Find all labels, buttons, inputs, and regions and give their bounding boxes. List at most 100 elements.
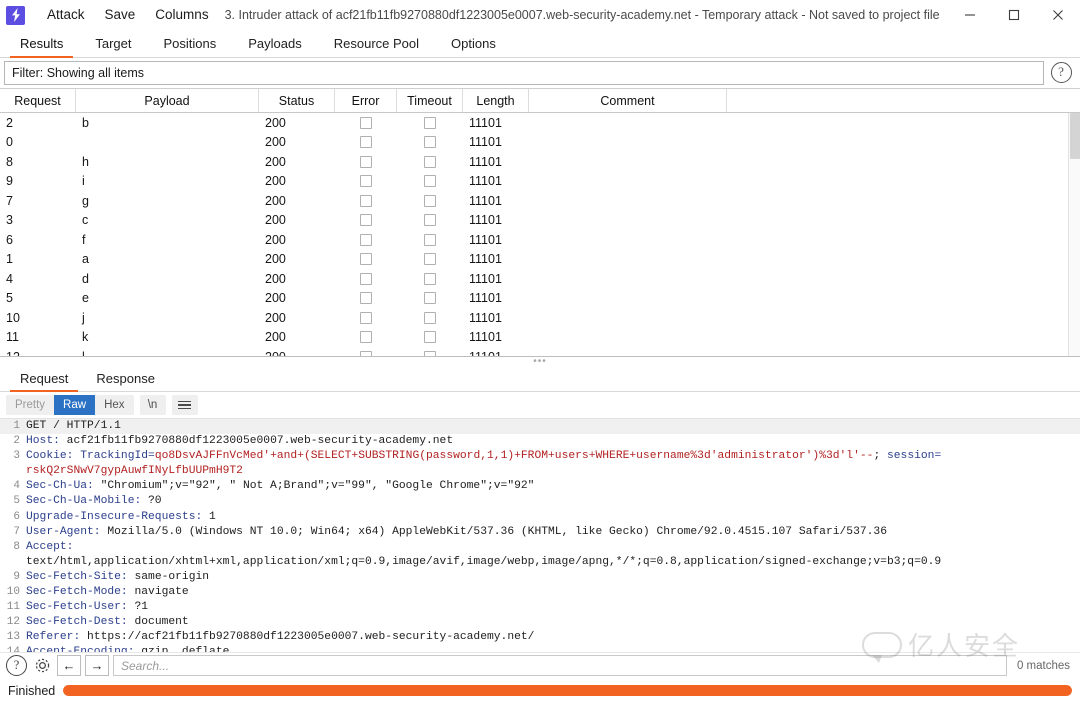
table-row[interactable]: 10 j 200 11101 <box>0 308 1080 328</box>
scrollbar-thumb[interactable] <box>1070 113 1080 159</box>
error-checkbox[interactable] <box>359 331 372 344</box>
cell-length: 11101 <box>469 154 502 169</box>
request-line-text: Sec-Fetch-Site: same-origin <box>26 570 210 583</box>
tab-request[interactable]: Request <box>6 365 82 392</box>
tab-resource-pool[interactable]: Resource Pool <box>318 30 435 57</box>
request-line: 6 Upgrade-Insecure-Requests: 1 <box>0 510 1080 525</box>
error-checkbox[interactable] <box>359 272 372 285</box>
cell-comment <box>529 133 727 153</box>
tab-response[interactable]: Response <box>82 365 169 391</box>
error-checkbox[interactable] <box>359 136 372 149</box>
request-line-text: Host: acf21fb11fb9270880df1223005e0007.w… <box>26 435 454 448</box>
request-editor[interactable]: 1 GET / HTTP/1.1 2 Host: acf21fb11fb9270880… <box>0 418 1080 652</box>
request-line-text: rskQ2rSNwV7gypAuwfINyLfbUUPmH9T2 <box>26 465 243 478</box>
filter-bar[interactable]: Filter: Showing all items <box>4 60 1044 85</box>
timeout-checkbox[interactable] <box>423 214 436 227</box>
tab-results[interactable]: Results <box>4 30 79 58</box>
cell-timeout <box>397 250 463 270</box>
search-input[interactable]: Search... <box>113 655 1007 676</box>
request-line: 8 Accept: <box>0 540 1080 555</box>
table-row[interactable]: 1 a 200 11101 <box>0 250 1080 270</box>
table-row[interactable]: 4 d 200 11101 <box>0 269 1080 289</box>
column-header-comment[interactable]: Comment <box>529 89 727 112</box>
menu-save[interactable]: Save <box>95 0 146 30</box>
error-checkbox[interactable] <box>359 194 372 207</box>
status-bar: Finished <box>0 678 1080 703</box>
cell-payload: h <box>82 154 89 169</box>
column-header-status[interactable]: Status <box>259 89 335 112</box>
maximize-icon[interactable] <box>992 0 1036 30</box>
error-checkbox[interactable] <box>359 311 372 324</box>
timeout-checkbox[interactable] <box>423 253 436 266</box>
cell-status: 200 <box>265 232 286 247</box>
request-line: 9 Sec-Fetch-Site: same-origin <box>0 570 1080 585</box>
column-header-error[interactable]: Error <box>335 89 397 112</box>
line-number: 2 <box>13 435 20 448</box>
gear-icon[interactable] <box>31 655 53 677</box>
column-header-request[interactable]: Request <box>0 89 76 112</box>
tab-target[interactable]: Target <box>79 30 147 57</box>
table-row[interactable]: 0 200 11101 <box>0 133 1080 153</box>
error-checkbox[interactable] <box>359 292 372 305</box>
tab-positions[interactable]: Positions <box>148 30 233 57</box>
request-line-text: User-Agent: Mozilla/5.0 (Windows NT 10.0… <box>26 525 887 538</box>
timeout-checkbox[interactable] <box>423 194 436 207</box>
table-row[interactable]: 11 k 200 11101 <box>0 328 1080 348</box>
minimize-icon[interactable] <box>948 0 992 30</box>
line-number: 3 <box>13 450 20 463</box>
column-header-length[interactable]: Length <box>463 89 529 112</box>
cell-timeout <box>397 113 463 133</box>
view-mode-hex[interactable]: Hex <box>95 395 134 415</box>
table-row[interactable]: 7 g 200 11101 <box>0 191 1080 211</box>
timeout-checkbox[interactable] <box>423 272 436 285</box>
menu-attack[interactable]: Attack <box>37 0 95 30</box>
hamburger-icon[interactable] <box>171 395 198 415</box>
title-bar: Attack Save Columns 3. Intruder attack o… <box>0 0 1080 30</box>
error-checkbox[interactable] <box>359 155 372 168</box>
column-header-timeout[interactable]: Timeout <box>397 89 463 112</box>
view-mode-raw[interactable]: Raw <box>54 395 96 415</box>
table-row[interactable]: 9 i 200 11101 <box>0 172 1080 192</box>
table-row[interactable]: 8 h 200 11101 <box>0 152 1080 172</box>
timeout-checkbox[interactable] <box>423 311 436 324</box>
timeout-checkbox[interactable] <box>423 292 436 305</box>
pane-splitter[interactable]: ••• <box>0 356 1080 367</box>
timeout-checkbox[interactable] <box>423 175 436 188</box>
arrow-left-icon[interactable]: ← <box>57 655 81 676</box>
tab-payloads[interactable]: Payloads <box>232 30 317 57</box>
cell-length: 11101 <box>463 347 529 356</box>
table-row[interactable]: 3 c 200 11101 <box>0 211 1080 231</box>
error-checkbox[interactable] <box>359 214 372 227</box>
timeout-checkbox[interactable] <box>423 233 436 246</box>
table-row[interactable]: 6 f 200 11101 <box>0 230 1080 250</box>
view-mode-pretty[interactable]: Pretty <box>6 395 55 415</box>
tab-options[interactable]: Options <box>435 30 512 57</box>
view-mode-group: Pretty Raw Hex <box>6 395 134 415</box>
error-checkbox[interactable] <box>359 175 372 188</box>
timeout-checkbox[interactable] <box>423 331 436 344</box>
table-row[interactable]: 2 b 200 11101 <box>0 113 1080 133</box>
cell-comment <box>529 113 727 133</box>
cell-status: 200 <box>259 347 335 356</box>
filter-help-button[interactable]: ? <box>1048 60 1074 86</box>
cell-comment <box>529 347 727 356</box>
timeout-checkbox[interactable] <box>423 116 436 129</box>
newline-toggle-button[interactable]: \n <box>139 395 166 415</box>
error-checkbox[interactable] <box>359 116 372 129</box>
cell-status: 200 <box>265 213 286 228</box>
cell-status: 200 <box>265 193 286 208</box>
table-row[interactable]: 12l200 11101 <box>0 347 1080 356</box>
column-header-payload[interactable]: Payload <box>76 89 259 112</box>
request-line-text: Cookie: TrackingId=qo8DsvAJFFnVcMed'+and… <box>26 450 942 463</box>
table-row[interactable]: 5 e 200 11101 <box>0 289 1080 309</box>
menu-columns[interactable]: Columns <box>145 0 218 30</box>
question-mark-icon[interactable]: ? <box>6 655 27 676</box>
close-icon[interactable] <box>1036 0 1080 30</box>
error-checkbox[interactable] <box>359 253 372 266</box>
arrow-right-icon[interactable]: → <box>85 655 109 676</box>
error-checkbox[interactable] <box>359 233 372 246</box>
results-vertical-scrollbar[interactable] <box>1068 113 1080 356</box>
timeout-checkbox[interactable] <box>423 136 436 149</box>
timeout-checkbox[interactable] <box>423 155 436 168</box>
cell-request: 11 <box>6 330 19 345</box>
